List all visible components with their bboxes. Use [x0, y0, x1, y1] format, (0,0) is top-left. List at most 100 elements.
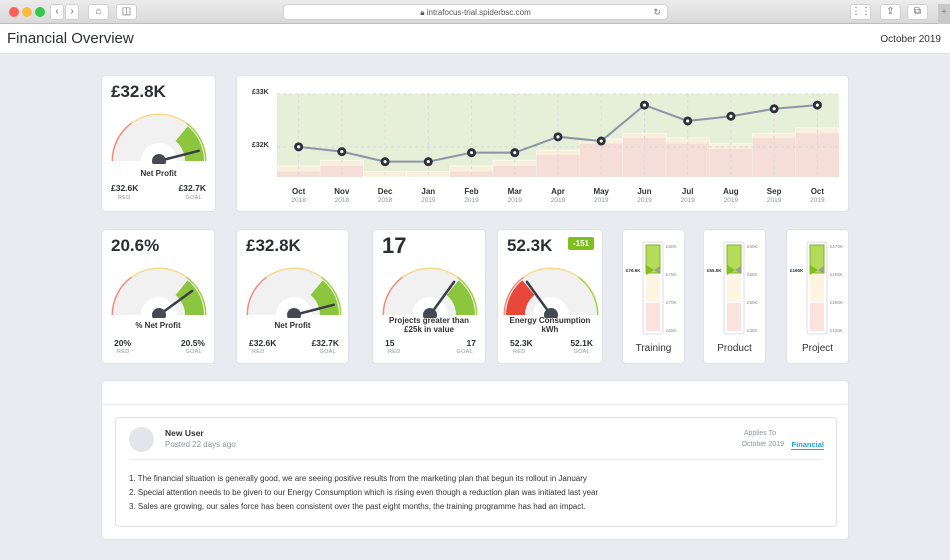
- comment-card: New User Posted 22 days ago Applies To O…: [115, 417, 837, 527]
- applies-to-label: Applies To: [743, 430, 776, 437]
- data-point-center: [383, 160, 387, 164]
- grid-icon: ⋮⋮: [851, 6, 871, 17]
- x-tick-year: 2018: [291, 197, 306, 204]
- thermometer-marker-label: £165K: [790, 268, 804, 273]
- applies-to-link[interactable]: Financial: [791, 440, 824, 450]
- x-tick-month: Oct: [810, 187, 825, 196]
- tabs-icon: ⧉: [913, 6, 922, 17]
- page-title: Financial Overview: [7, 30, 134, 47]
- x-tick-year: 2019: [421, 197, 436, 204]
- thermometer-card[interactable]: £165K £170K £165K £160K £155K Project: [786, 229, 849, 364]
- avatar: [129, 427, 154, 452]
- address-bar[interactable]: 🔒︎ intrafocus-trial.spiderbsc.com ↻: [283, 4, 668, 20]
- x-tick-month: May: [593, 187, 609, 196]
- lock-icon: 🔒︎: [420, 8, 425, 17]
- comment-line: 3. Sales are growing, our sales force ha…: [129, 502, 586, 511]
- sidebar-button[interactable]: ◫: [116, 4, 137, 20]
- minimize-window-button[interactable]: [22, 7, 32, 17]
- thermometer-card[interactable]: £55.5K £60K £55K £50K £45K Product: [703, 229, 766, 364]
- goal-label: GOAL: [456, 349, 473, 355]
- red-value: 20%: [114, 338, 132, 348]
- x-tick-label: Feb 2019: [452, 187, 492, 205]
- kpi-gauge-card[interactable]: 17 Projects greater than £25k in value 15 1…: [372, 229, 486, 364]
- x-tick-label: Mar 2019: [495, 187, 535, 205]
- thermometer-title: Project: [801, 343, 834, 354]
- thermometer-amber-band: [646, 274, 660, 302]
- new-tab-button[interactable]: +: [938, 4, 950, 24]
- x-tick-month: Mar: [507, 187, 522, 196]
- goal-label: GOAL: [185, 349, 202, 355]
- data-point-center: [772, 107, 776, 111]
- forward-button[interactable]: ›: [65, 4, 79, 20]
- thermometer-amber-band: [727, 274, 741, 302]
- x-tick-year: 2019: [810, 197, 825, 204]
- back-button[interactable]: ‹: [50, 4, 64, 20]
- gauge: [246, 267, 341, 318]
- x-tick-label: Jan 2019: [408, 187, 448, 205]
- thermometer-tick-label: £160K: [830, 300, 844, 305]
- applies-to-date: October 2019: [741, 441, 784, 448]
- thermometer-title: Training: [635, 343, 672, 354]
- x-tick-label: Sep 2019: [754, 187, 794, 205]
- data-point-center: [340, 150, 344, 154]
- gauge-hub: [152, 308, 166, 318]
- home-button[interactable]: ⌂: [88, 4, 109, 20]
- net-profit-card[interactable]: £32.8K Net Profit £32.6K £32.7K RED GOAL: [101, 75, 216, 212]
- x-tick-month: Jun: [637, 187, 652, 196]
- x-tick-label: Apr 2019: [538, 187, 578, 205]
- red-label: RED: [513, 349, 526, 355]
- thermometer-tick-label: £155K: [830, 328, 844, 333]
- x-tick-month: Jan: [421, 187, 436, 196]
- goal-value: £32.7K: [311, 338, 339, 348]
- data-point-center: [686, 119, 690, 123]
- close-window-button[interactable]: [9, 7, 19, 17]
- x-tick-label: May 2019: [581, 187, 621, 205]
- red-value: £32.6K: [249, 338, 277, 348]
- kpi-gauge-card[interactable]: £32.8K Net Profit £32.6K £32.7K RED GOAL: [236, 229, 349, 364]
- x-tick-year: 2018: [377, 197, 393, 204]
- kpi-label: Net Profit: [140, 169, 177, 178]
- thermometer-tick-label: £60K: [747, 244, 758, 249]
- kpi-label: % Net Profit: [135, 321, 181, 330]
- zoom-window-button[interactable]: [35, 7, 45, 17]
- thermometer-red-band: [810, 303, 824, 331]
- comment-author: New User: [165, 428, 204, 438]
- kpi-value: 52.3K: [507, 236, 553, 255]
- x-tick-label: Dec 2018: [365, 187, 405, 205]
- gauge-hub: [152, 154, 166, 164]
- thermometer-card[interactable]: £76.6K £80K £75K £70K £65K Training: [622, 229, 685, 364]
- share-button[interactable]: ⇪: [880, 4, 901, 20]
- thermometer-tick-label: £165K: [830, 272, 844, 277]
- page-header: Financial Overview October 2019: [0, 24, 950, 54]
- share-icon: ⇪: [886, 6, 895, 17]
- grid-button[interactable]: ⋮⋮: [850, 4, 871, 20]
- red-label: RED: [118, 195, 131, 201]
- url-text: intrafocus-trial.spiderbsc.com: [426, 8, 531, 17]
- x-tick-year: 2019: [680, 197, 695, 204]
- red-value: 15: [385, 338, 395, 348]
- kpi-value: £32.8K: [246, 236, 301, 255]
- data-point-center: [729, 114, 733, 118]
- tabs-button[interactable]: ⧉: [907, 4, 928, 20]
- kpi-gauge-card[interactable]: 20.6% % Net Profit 20% 20.5% RED GOAL: [101, 229, 215, 364]
- x-tick-month: Jul: [681, 187, 694, 196]
- kpi-gauge-card[interactable]: 52.3K -151 Energy Consumption kWh 52.3K 52.1…: [497, 229, 603, 364]
- thermometer: [642, 241, 664, 335]
- red-value: 52.3K: [510, 338, 533, 348]
- red-label: RED: [252, 349, 265, 355]
- net-profit-trend-card: £33K £32K Oct 2018 Nov 2018 Dec 2018 Jan 2019 Fe…: [236, 75, 849, 212]
- x-tick-year: 2019: [593, 197, 609, 204]
- x-tick-month: Dec: [377, 187, 393, 196]
- x-tick-month: Aug: [723, 187, 739, 196]
- panel-divider: [102, 404, 848, 405]
- x-tick-year: 2019: [464, 197, 479, 204]
- data-point-center: [642, 103, 647, 107]
- y-tick-label: £32K: [252, 142, 269, 149]
- goal-value: 17: [466, 338, 476, 348]
- thermometer-tick-label: £75K: [666, 272, 677, 277]
- data-point-center: [297, 145, 301, 149]
- reload-icon[interactable]: ↻: [653, 5, 661, 20]
- sidebar-icon: ◫: [121, 6, 132, 17]
- x-tick-year: 2019: [550, 197, 566, 204]
- thermometer-tick-label: £70K: [666, 300, 677, 305]
